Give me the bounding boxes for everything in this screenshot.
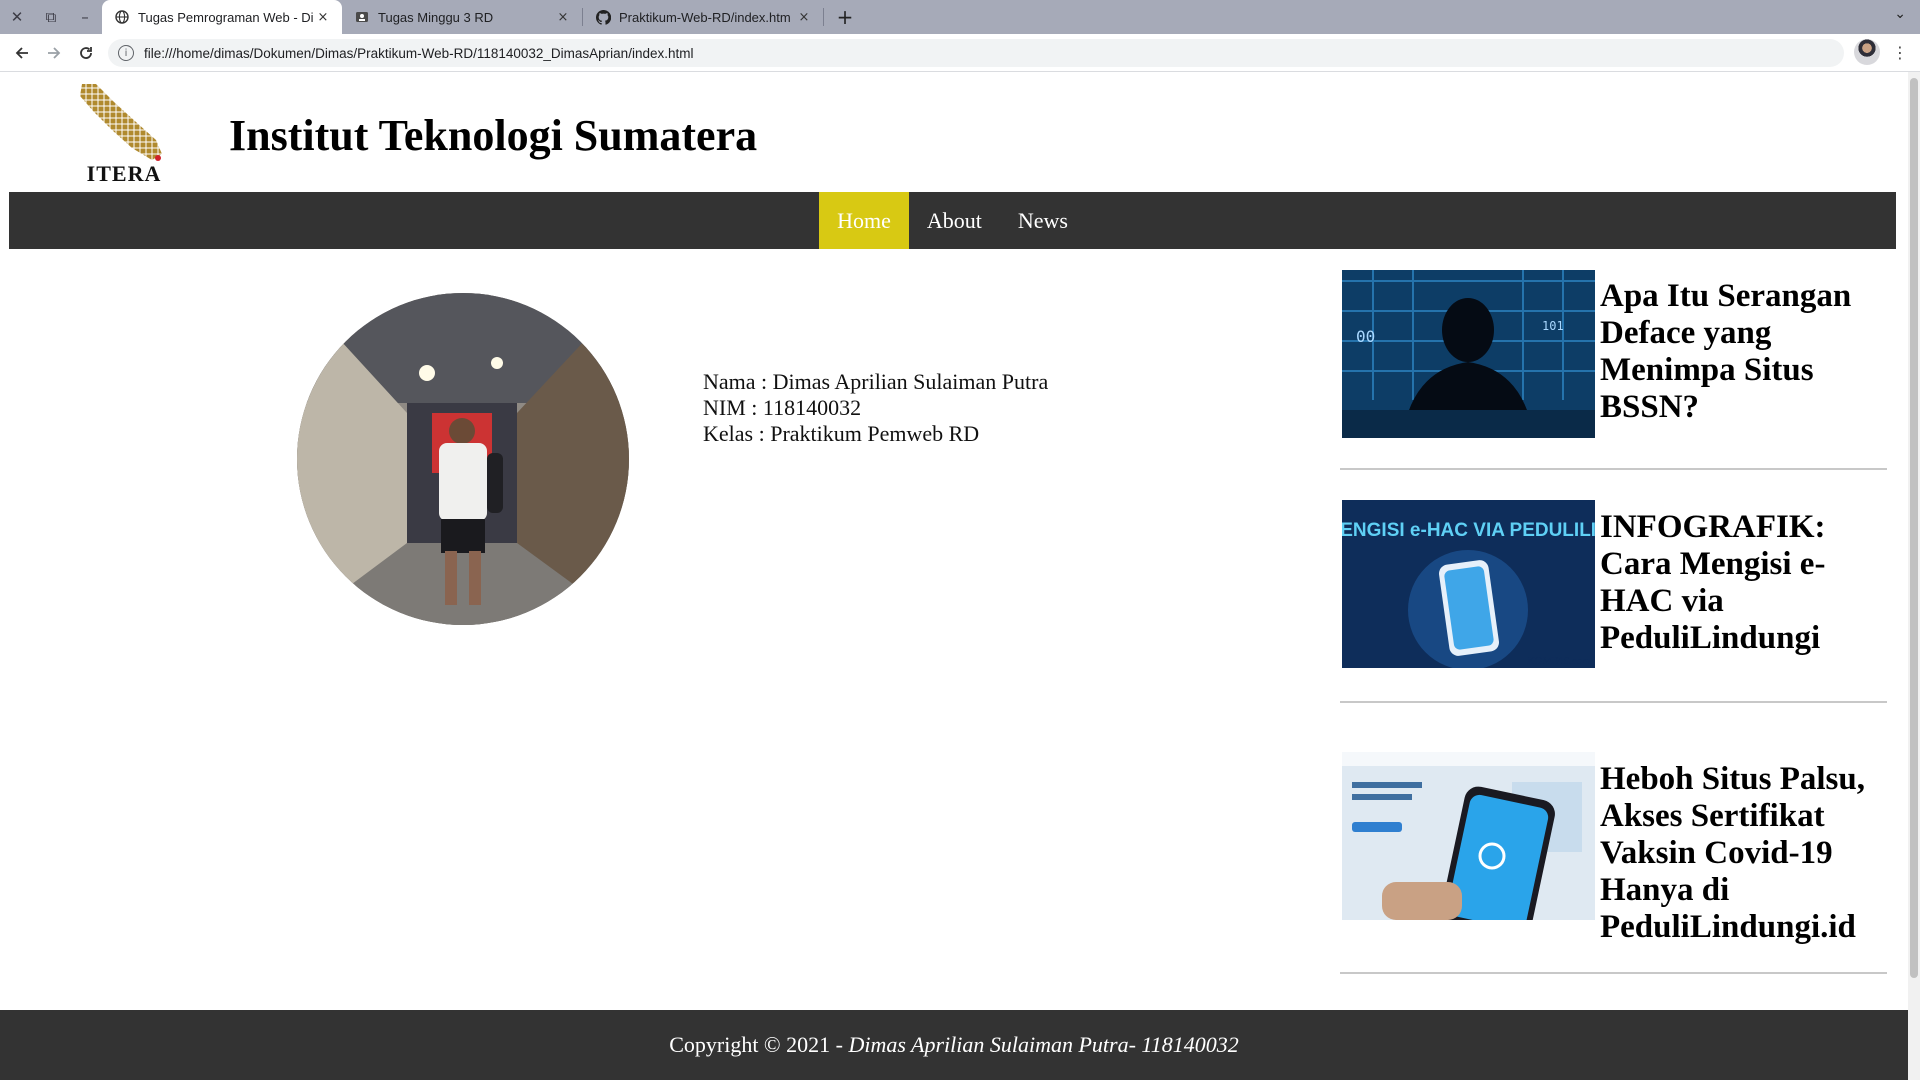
tab-2[interactable]: Tugas Minggu 3 RD × bbox=[342, 0, 582, 34]
browser-menu-icon[interactable]: ⋮ bbox=[1888, 39, 1912, 65]
classroom-icon bbox=[354, 9, 370, 25]
nav-home-link[interactable]: Home bbox=[819, 192, 909, 249]
logo-text: ITERA bbox=[86, 161, 162, 186]
infografik-image: CARA MENGISI e-HAC VIA PEDULILINDUNGI KO… bbox=[1342, 500, 1595, 668]
window-close-icon[interactable]: ✕ bbox=[0, 0, 34, 34]
main-nav: Home About News bbox=[9, 192, 1896, 249]
page-scrollbar[interactable] bbox=[1908, 72, 1920, 1080]
copyright-text: Copyright © 2021 - bbox=[669, 1032, 849, 1057]
news-title[interactable]: Apa Itu Serangan Deface yang Menimpa Sit… bbox=[1600, 278, 1887, 426]
tab-1[interactable]: Tugas Pemrograman Web - Di × bbox=[102, 0, 342, 34]
news-sidebar: 00 101 Apa Itu Serangan Deface yang Meni… bbox=[1340, 265, 1887, 974]
new-tab-button[interactable]: + bbox=[830, 2, 860, 32]
site-footer: Copyright © 2021 - Dimas Aprilian Sulaim… bbox=[0, 1010, 1908, 1080]
globe-icon bbox=[114, 9, 130, 25]
news-item[interactable]: Heboh Situs Palsu, Akses Sertifikat Vaks… bbox=[1340, 703, 1887, 974]
address-bar[interactable]: i file:///home/dimas/Dokumen/Dimas/Prakt… bbox=[108, 39, 1844, 67]
tab-strip: ✕ ⧉ – Tugas Pemrograman Web - Di × Tugas… bbox=[0, 0, 1920, 34]
phone-app-image bbox=[1342, 752, 1595, 920]
itera-logo: ITERA bbox=[74, 82, 174, 187]
tab-divider bbox=[823, 8, 824, 26]
site-title: Institut Teknologi Sumatera bbox=[229, 111, 758, 160]
student-info: Nama : Dimas Aprilian Sulaiman Putra NIM… bbox=[703, 369, 1048, 447]
browser-toolbar: i file:///home/dimas/Dokumen/Dimas/Prakt… bbox=[0, 34, 1920, 72]
tab-close-icon[interactable]: × bbox=[314, 10, 332, 25]
news-title[interactable]: INFOGRAFIK: Cara Mengisi e-HAC via Pedul… bbox=[1600, 509, 1887, 657]
window-minimize-icon[interactable]: – bbox=[68, 0, 102, 34]
svg-text:101: 101 bbox=[1542, 319, 1564, 333]
student-name: Nama : Dimas Aprilian Sulaiman Putra bbox=[703, 369, 1049, 394]
copyright-author: Dimas Aprilian Sulaiman Putra- 118140032 bbox=[848, 1032, 1239, 1057]
hacker-image: 00 101 bbox=[1342, 270, 1595, 438]
student-class: Kelas : Praktikum Pemweb RD bbox=[703, 421, 980, 446]
news-item[interactable]: 00 101 Apa Itu Serangan Deface yang Meni… bbox=[1340, 265, 1887, 470]
tab-search-chevron-icon[interactable]: ⌄ bbox=[1894, 6, 1906, 22]
forward-arrow-icon[interactable] bbox=[38, 37, 70, 69]
tab-close-icon[interactable]: × bbox=[795, 10, 813, 25]
sumatra-map-icon bbox=[80, 84, 162, 161]
profile-avatar[interactable] bbox=[1854, 39, 1880, 65]
back-arrow-icon[interactable] bbox=[6, 37, 38, 69]
tab-title: Praktikum-Web-RD/index.htm bbox=[619, 9, 791, 25]
infografik-caption: CARA MENGISI e-HAC VIA PEDULILINDUNGI bbox=[1342, 520, 1595, 541]
reload-icon[interactable] bbox=[70, 37, 102, 69]
page-info-icon[interactable]: i bbox=[118, 45, 134, 61]
kompas-credit: KOMPAS.com bbox=[1526, 655, 1590, 667]
tab-title: Tugas Pemrograman Web - Di bbox=[138, 9, 314, 25]
tab-title: Tugas Minggu 3 RD bbox=[378, 9, 494, 25]
profile-photo bbox=[297, 293, 629, 625]
svg-text:00: 00 bbox=[1356, 327, 1375, 346]
nav-about-link[interactable]: About bbox=[909, 192, 1000, 249]
news-title[interactable]: Heboh Situs Palsu, Akses Sertifikat Vaks… bbox=[1600, 761, 1887, 946]
site-header: ITERA Institut Teknologi Sumatera bbox=[9, 72, 1896, 192]
nav-news-link[interactable]: News bbox=[1000, 192, 1086, 249]
scrollbar-thumb[interactable] bbox=[1910, 78, 1918, 978]
tab-close-icon[interactable]: × bbox=[554, 10, 572, 25]
news-item[interactable]: CARA MENGISI e-HAC VIA PEDULILINDUNGI KO… bbox=[1340, 470, 1887, 703]
page-viewport: ITERA Institut Teknologi Sumatera Home A… bbox=[0, 72, 1908, 1080]
tab-3[interactable]: Praktikum-Web-RD/index.htm × bbox=[583, 0, 823, 34]
student-nim: NIM : 118140032 bbox=[703, 395, 862, 420]
window-restore-icon[interactable]: ⧉ bbox=[34, 0, 68, 34]
url-text: file:///home/dimas/Dokumen/Dimas/Praktik… bbox=[144, 45, 694, 61]
github-icon bbox=[595, 9, 611, 25]
